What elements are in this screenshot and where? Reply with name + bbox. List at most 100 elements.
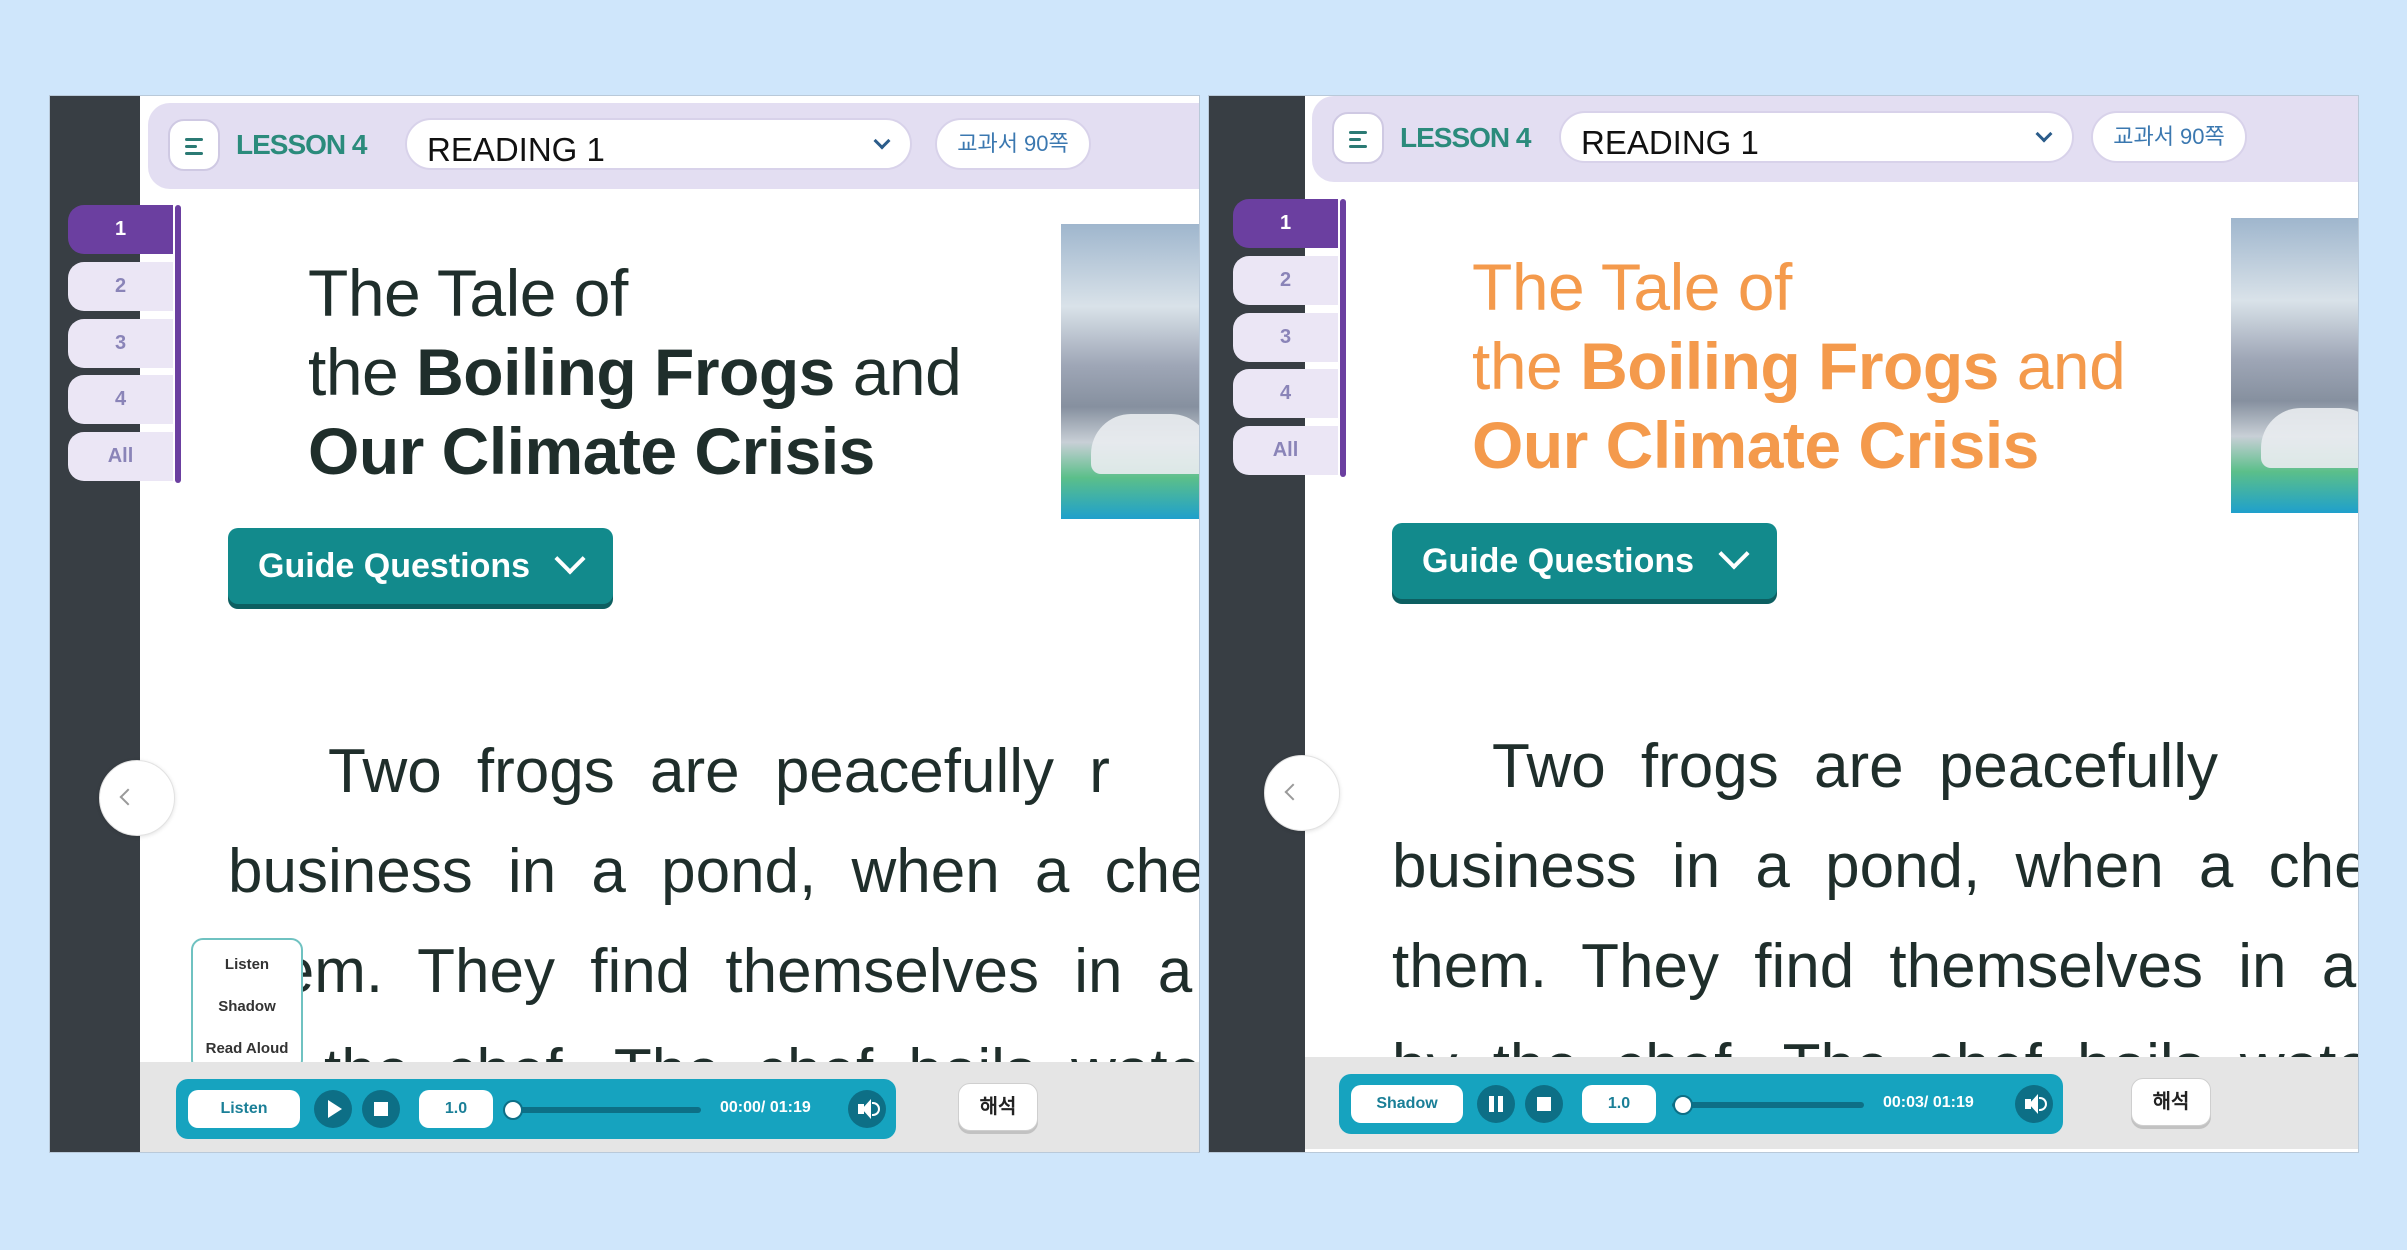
title-line-2: the Boiling Frogs and	[308, 333, 962, 412]
cloud-shape	[2261, 408, 2358, 468]
stop-icon[interactable]	[1525, 1085, 1563, 1123]
menu-button[interactable]	[1332, 112, 1384, 164]
cloud-shape	[1091, 414, 1199, 474]
title-text: the	[1472, 329, 1581, 403]
menu-button[interactable]	[168, 119, 220, 171]
time-separator: /	[760, 1099, 766, 1116]
current-time: 00:00	[720, 1099, 761, 1116]
reading-select[interactable]: READING 1	[405, 118, 912, 170]
guide-questions-button[interactable]: Guide Questions	[1392, 523, 1777, 599]
speed-button[interactable]: 1.0	[419, 1090, 493, 1128]
bottom-bar: Shadow 1.0 00:03/ 01:19 해석	[1305, 1057, 2358, 1149]
hero-image	[2231, 218, 2358, 513]
audio-player: Shadow 1.0 00:03/ 01:19	[1339, 1074, 2063, 1134]
reading-select-value: READING 1	[1581, 124, 1759, 161]
guide-questions-label: Guide Questions	[1422, 542, 1695, 580]
total-time: 01:19	[1932, 1094, 1974, 1111]
reading-select[interactable]: READING 1	[1559, 111, 2074, 163]
hero-image	[1061, 224, 1199, 519]
progress-track[interactable]	[503, 1100, 701, 1120]
tab-1[interactable]: 1	[68, 205, 173, 254]
title-bold: Boiling Frogs	[1580, 329, 1999, 403]
menu-icon-bar	[185, 152, 203, 155]
volume-icon-cone	[862, 1099, 871, 1119]
menu-icon-bar	[185, 145, 197, 148]
tab-rail	[1340, 199, 1346, 477]
tab-2[interactable]: 2	[68, 262, 173, 311]
chevron-down-icon	[873, 132, 891, 150]
title-line-1: The Tale of	[1472, 250, 1792, 324]
progress-thumb[interactable]	[503, 1100, 523, 1120]
guide-questions-label: Guide Questions	[258, 547, 531, 585]
pause-icon[interactable]	[1477, 1085, 1515, 1123]
textbook-page-button[interactable]: 교과서 90쪽	[935, 118, 1091, 170]
mode-option-listen[interactable]: Listen	[193, 956, 301, 973]
reading-screen-left: LESSON 4 READING 1 교과서 90쪽 1 2 3 4 All T…	[49, 95, 1200, 1153]
menu-icon-bar	[1349, 145, 1367, 148]
chevron-left-icon	[119, 788, 137, 806]
top-header: LESSON 4 READING 1 교과서 90쪽	[1312, 96, 2358, 182]
progress-track[interactable]	[1672, 1095, 1864, 1115]
prev-page-button[interactable]	[99, 760, 175, 836]
chevron-down-icon	[554, 543, 586, 575]
page-tabs: 1 2 3 4 All	[68, 205, 181, 483]
reading-screen-right: LESSON 4 READING 1 교과서 90쪽 1 2 3 4 All T…	[1208, 95, 2359, 1153]
tab-all[interactable]: All	[1233, 426, 1338, 475]
body-line-1: Two frogs are peacefully	[1492, 732, 2219, 801]
volume-icon-cone	[2029, 1094, 2038, 1114]
tab-3[interactable]: 3	[68, 319, 173, 368]
player-mode-button[interactable]: Shadow	[1351, 1085, 1463, 1123]
time-separator: /	[1923, 1094, 1929, 1111]
lesson-label: LESSON 4	[1400, 122, 1531, 153]
speed-button[interactable]: 1.0	[1582, 1085, 1656, 1123]
chevron-down-icon	[1718, 538, 1750, 570]
progress-thumb[interactable]	[1672, 1095, 1693, 1115]
body-line-2: business in a pond, when a che	[1392, 832, 2359, 901]
title-bold: Boiling Frogs	[416, 335, 835, 409]
player-mode-button[interactable]: Listen	[188, 1090, 300, 1128]
top-header: LESSON 4 READING 1 교과서 90쪽	[148, 103, 1199, 189]
tab-all[interactable]: All	[68, 432, 173, 481]
tab-4[interactable]: 4	[68, 375, 173, 424]
menu-icon-bar	[1349, 138, 1361, 141]
tab-3[interactable]: 3	[1233, 313, 1338, 362]
bottom-bar: Listen 1.0 00:00/ 01:19 해석	[140, 1062, 1199, 1152]
title-text: and	[1998, 329, 2126, 403]
reading-title: The Tale of the Boiling Frogs and Our Cl…	[1472, 248, 2126, 485]
menu-icon	[1349, 131, 1367, 134]
page-tabs: 1 2 3 4 All	[1233, 199, 1346, 477]
audio-player: Listen 1.0 00:00/ 01:19	[176, 1079, 896, 1139]
body-line-3: them. They find themselves in a k	[1392, 932, 2359, 1001]
body-line-3: them. They find themselves in a k	[228, 937, 1200, 1006]
title-line-3: Our Climate Crisis	[308, 412, 961, 491]
interpretation-button[interactable]: 해석	[958, 1083, 1038, 1131]
title-line-2: the Boiling Frogs and	[1472, 327, 2126, 406]
guide-questions-button[interactable]: Guide Questions	[228, 528, 613, 604]
lesson-label: LESSON 4	[236, 129, 367, 160]
body-line-1: Two frogs are peacefully r	[328, 737, 1110, 806]
play-icon[interactable]	[314, 1090, 352, 1128]
time-display: 00:03/ 01:19	[1883, 1094, 1974, 1112]
volume-button[interactable]	[848, 1090, 886, 1128]
chevron-down-icon	[2035, 125, 2053, 143]
tab-2[interactable]: 2	[1233, 256, 1338, 305]
reading-select-value: READING 1	[427, 131, 605, 168]
total-time: 01:19	[769, 1099, 811, 1116]
mode-option-shadow[interactable]: Shadow	[193, 998, 301, 1015]
mode-popup: Listen Shadow Read Aloud	[191, 938, 303, 1072]
volume-icon-wave	[2039, 1097, 2047, 1111]
reading-title: The Tale of the Boiling Frogs and Our Cl…	[308, 254, 962, 491]
volume-icon-wave	[872, 1102, 880, 1116]
interpretation-button[interactable]: 해석	[2131, 1078, 2211, 1126]
title-line-1: The Tale of	[308, 256, 628, 330]
time-display: 00:00/ 01:19	[720, 1099, 811, 1117]
title-line-3: Our Climate Crisis	[1472, 406, 2125, 485]
volume-button[interactable]	[2015, 1085, 2053, 1123]
tab-1[interactable]: 1	[1233, 199, 1338, 248]
mode-option-read-aloud[interactable]: Read Aloud	[193, 1040, 301, 1057]
textbook-page-button[interactable]: 교과서 90쪽	[2091, 111, 2247, 163]
prev-page-button[interactable]	[1264, 755, 1340, 831]
tab-4[interactable]: 4	[1233, 369, 1338, 418]
chevron-left-icon	[1284, 783, 1302, 801]
stop-icon[interactable]	[362, 1090, 400, 1128]
